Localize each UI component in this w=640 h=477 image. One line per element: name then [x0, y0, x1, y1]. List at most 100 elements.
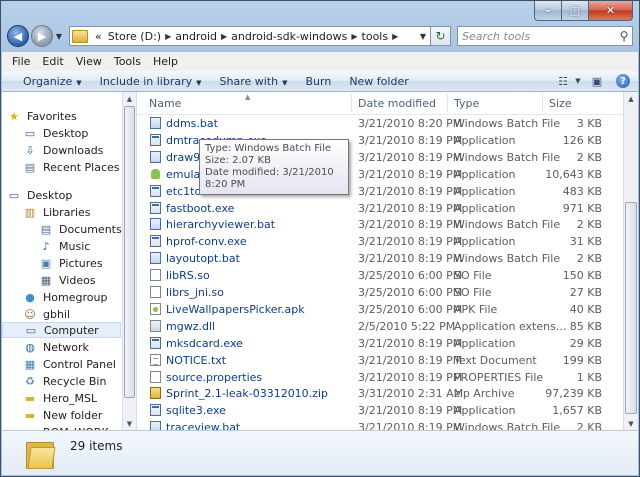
close-button[interactable]: ✕ — [589, 1, 633, 21]
file-row[interactable]: librs_jni.so 3/25/2010 6:00 PM SO File 27 K… — [137, 284, 624, 301]
nav-item-downloads[interactable]: ⇩ Downloads — [22, 142, 103, 158]
breadcrumb-android[interactable]: android — [172, 30, 220, 43]
file-dll-icon — [150, 319, 161, 332]
file-type: Text Document — [454, 353, 537, 367]
nav-item-music[interactable]: ♪ Music — [38, 238, 90, 254]
view-options-dropdown-icon[interactable]: ▼ — [574, 77, 582, 85]
column-header-size[interactable]: Size — [549, 97, 572, 110]
organize-button[interactable]: Organize ▼ — [14, 75, 91, 88]
chevron-down-icon[interactable]: ▼ — [416, 32, 430, 41]
file-row[interactable]: ddms.bat 3/21/2010 8:20 PM Windows Batch F… — [137, 115, 624, 132]
breadcrumb-overflow[interactable]: « — [92, 30, 105, 43]
navigation-pane: ★ Favorites ▭ Desktop ⇩ Downloads ▤ Recent Plac… — [2, 92, 123, 430]
scroll-down-icon[interactable]: ▼ — [624, 417, 638, 430]
nav-item-hero-msl[interactable]: ▬ Hero_MSL — [22, 390, 97, 406]
menu-tools[interactable]: Tools — [108, 55, 147, 68]
file-android-icon — [150, 168, 161, 180]
preview-pane-icon[interactable]: ▣ — [588, 75, 606, 88]
nav-item-desktop[interactable]: ▭ Desktop — [22, 125, 89, 141]
nav-item-documents[interactable]: ▤ Documents — [38, 221, 122, 237]
file-bat-icon — [150, 150, 161, 163]
scroll-down-icon[interactable]: ▼ — [123, 417, 136, 430]
scroll-up-icon[interactable]: ▲ — [624, 92, 638, 105]
file-row[interactable]: LiveWallpapersPicker.apk 3/25/2010 6:00 P… — [137, 301, 624, 318]
file-bat-icon — [150, 117, 161, 129]
column-divider[interactable] — [447, 94, 448, 112]
file-row[interactable]: Sprint_2.1-leak-03312010.zip 3/31/2010 2:… — [137, 385, 624, 402]
nav-item-pictures[interactable]: ▣ Pictures — [38, 255, 103, 271]
downloads-icon: ⇩ — [25, 143, 35, 157]
nav-item-label: Computer — [44, 323, 99, 337]
file-row[interactable]: mksdcard.exe 3/21/2010 8:19 PM Application… — [137, 335, 624, 352]
column-header-date[interactable]: Date modified — [358, 97, 436, 110]
nav-item-control-panel[interactable]: ▦ Control Panel — [22, 356, 116, 372]
file-size: 40 KB — [569, 302, 602, 316]
search-input[interactable]: Search tools ⚲ — [457, 26, 633, 46]
burn-button[interactable]: Burn — [296, 75, 340, 88]
file-bat-icon — [150, 252, 161, 265]
chevron-right-icon[interactable]: ▶ — [391, 32, 399, 41]
file-tooltip: Type: Windows Batch File Size: 2.07 KB D… — [199, 139, 349, 195]
menu-edit[interactable]: Edit — [36, 55, 69, 68]
navigation-scroll-thumb[interactable] — [124, 106, 135, 398]
back-button[interactable]: ◀ — [7, 25, 29, 47]
forward-button[interactable]: ▶ — [31, 25, 53, 47]
include-in-library-button[interactable]: Include in library ▼ — [91, 75, 211, 88]
nav-item-recycle-bin[interactable]: ♻ Recycle Bin — [22, 373, 106, 389]
desktop-icon: ▭ — [24, 126, 36, 140]
chevron-down-icon: ▼ — [76, 78, 82, 87]
file-row[interactable]: fastboot.exe 3/21/2010 8:19 PM Application… — [137, 200, 624, 217]
column-header-name[interactable]: Name — [149, 97, 181, 110]
navigation-scrollbar[interactable]: ▲ ▼ — [123, 92, 137, 430]
nav-item-label: Recycle Bin — [43, 374, 107, 388]
file-row[interactable]: NOTICE.txt 3/21/2010 8:19 PM Text Document… — [137, 352, 624, 369]
content-area: ★ Favorites ▭ Desktop ⇩ Downloads ▤ Recent Plac… — [2, 92, 638, 430]
menu-bar: File Edit View Tools Help — [2, 52, 638, 72]
scroll-up-icon[interactable]: ▲ — [123, 92, 136, 105]
search-icon[interactable]: ⚲ — [616, 29, 632, 43]
new-folder-button[interactable]: New folder — [340, 75, 417, 88]
breadcrumb-android-sdk-windows[interactable]: android-sdk-windows — [228, 30, 350, 43]
nav-item-gbhil[interactable]: ☺ gbhil — [22, 306, 70, 322]
file-row[interactable]: hierarchyviewer.bat 3/21/2010 8:19 PM Wind… — [137, 216, 624, 233]
nav-item-libraries[interactable]: ▥ Libraries — [22, 204, 91, 220]
column-divider[interactable] — [542, 94, 543, 112]
maximize-button[interactable]: □ — [562, 1, 589, 21]
nav-item-desktop[interactable]: ▭ Desktop — [6, 187, 73, 203]
nav-item-homegroup[interactable]: ● Homegroup — [22, 289, 107, 305]
refresh-button[interactable]: ↻ — [431, 26, 451, 46]
file-row[interactable]: layoutopt.bat 3/21/2010 8:19 PM Windows Ba… — [137, 250, 624, 267]
address-bar[interactable]: « Store (D:) ▶ android ▶ android-sdk-win… — [69, 26, 431, 46]
breadcrumb-tools[interactable]: tools — [359, 30, 392, 43]
file-list-scroll-thumb[interactable] — [625, 202, 637, 414]
file-row[interactable]: mgwz.dll 2/5/2010 5:22 PM Application exte… — [137, 318, 624, 335]
nav-item-videos[interactable]: ▦ Videos — [38, 272, 96, 288]
chevron-right-icon[interactable]: ▶ — [350, 32, 358, 41]
file-row[interactable]: libRS.so 3/25/2010 6:00 PM SO File 150 KB — [137, 267, 624, 284]
nav-item-recent-places[interactable]: ▤ Recent Places — [22, 159, 120, 175]
file-row[interactable]: hprof-conv.exe 3/21/2010 8:19 PM Applicati… — [137, 233, 624, 250]
nav-item-new-folder[interactable]: ▬ New folder — [22, 407, 103, 423]
change-view-icon[interactable]: ☷ — [554, 75, 572, 88]
file-row[interactable]: sqlite3.exe 3/21/2010 8:19 PM Application 1… — [137, 402, 624, 419]
file-row[interactable]: source.properties 3/21/2010 8:19 PM PROPER… — [137, 369, 624, 386]
recent-pages-dropdown[interactable]: ▼ — [53, 32, 65, 41]
column-header-type[interactable]: Type — [454, 97, 479, 110]
nav-item-network[interactable]: ◍ Network — [22, 339, 89, 355]
nav-item-computer[interactable]: ▭ Computer — [2, 322, 121, 338]
file-size: 1,657 KB — [552, 404, 602, 418]
nav-item-favorites[interactable]: ★ Favorites — [6, 108, 77, 124]
minimize-button[interactable]: – — [534, 1, 562, 21]
chevron-right-icon[interactable]: ▶ — [164, 32, 172, 41]
breadcrumb-store-d[interactable]: Store (D:) — [105, 30, 164, 43]
file-row[interactable]: traceview.bat 3/21/2010 8:19 PM Windows Ba… — [137, 419, 624, 430]
homegroup-icon: ● — [25, 290, 35, 304]
menu-view[interactable]: View — [70, 55, 108, 68]
help-icon[interactable]: ? — [616, 74, 630, 88]
file-list-scrollbar[interactable]: ▲ ▼ — [623, 92, 638, 430]
menu-file[interactable]: File — [6, 55, 36, 68]
column-divider[interactable] — [351, 94, 352, 112]
menu-help[interactable]: Help — [147, 55, 184, 68]
chevron-right-icon[interactable]: ▶ — [220, 32, 228, 41]
share-with-button[interactable]: Share with ▼ — [211, 75, 297, 88]
